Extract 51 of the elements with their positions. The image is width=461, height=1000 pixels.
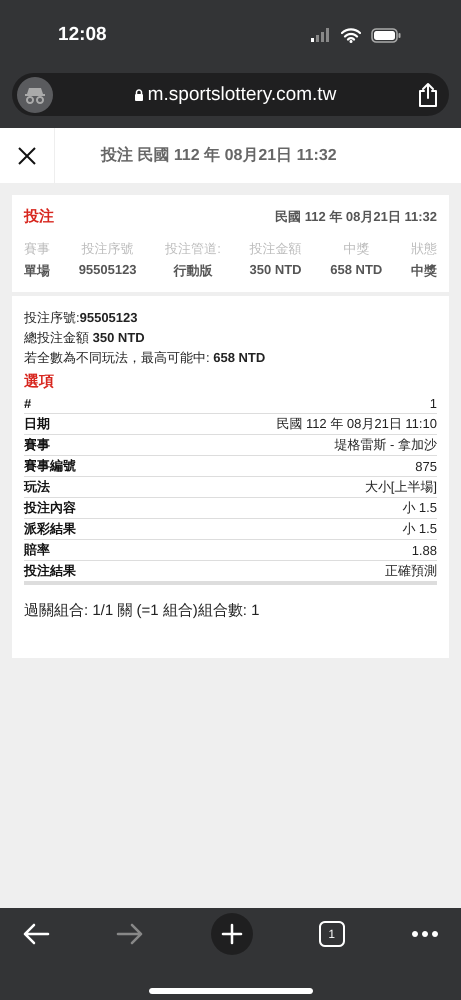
more-icon[interactable] [411, 930, 439, 938]
share-icon[interactable] [417, 82, 439, 108]
row-label: 日期 [24, 415, 50, 433]
wifi-icon [341, 28, 361, 42]
row-value: 大小[上半場] [364, 478, 437, 496]
battery-icon [371, 28, 401, 42]
row-value: 1 [430, 396, 437, 410]
signal-icon [311, 28, 331, 42]
bet-date: 民國 112 年 08月21日 11:32 [275, 208, 437, 226]
row-value: 正確預測 [385, 562, 437, 580]
plus-icon [220, 923, 242, 945]
section-title: 選項 [24, 373, 54, 390]
row-value: 小 1.5 [402, 520, 437, 538]
row-label: 玩法 [24, 478, 50, 496]
column-value: 行動版 [174, 262, 213, 280]
row-value: 小 1.5 [402, 499, 437, 517]
column-value: 單場 [24, 262, 50, 280]
row-label: 賽事編號 [24, 457, 76, 475]
column-value: 350 NTD [250, 262, 302, 277]
row-label: 投注內容 [24, 499, 76, 517]
detail-line: 若全數為不同玩法，最高可能中: 658 NTD [24, 349, 266, 367]
column-label: 狀態 [410, 240, 437, 258]
private-mode-icon[interactable] [17, 76, 53, 112]
column-value: 658 NTD [330, 262, 382, 277]
column-label: 中獎 [343, 240, 370, 258]
row-label: 派彩結果 [24, 520, 76, 538]
tabs-button[interactable]: 1 [318, 921, 345, 947]
back-icon[interactable] [22, 923, 50, 945]
lock-icon [134, 88, 144, 100]
column-label: 投注管道: [165, 240, 221, 258]
column-label: 投注序號 [82, 240, 134, 258]
column-value: 95505123 [78, 262, 137, 277]
row-value: 民國 112 年 08月21日 11:10 [276, 415, 437, 433]
page-title: 投注 民國 112 年 08月21日 11:32 [101, 145, 337, 166]
row-value: 堤格雷斯 - 拿加沙 [334, 436, 437, 454]
row-value: 875 [415, 458, 437, 474]
close-icon [17, 146, 37, 166]
detail-line: 投注序號:95505123 [24, 309, 138, 327]
row-label: 賽事 [24, 436, 50, 454]
combination-text: 過關組合: 1/1 關 (=1 組合)組合數: 1 [24, 601, 260, 620]
column-label: 投注金額 [250, 240, 302, 258]
column-label: 賽事 [24, 240, 50, 258]
row-label: # [24, 396, 32, 410]
row-label: 投注結果 [24, 562, 76, 580]
card-title: 投注 [24, 207, 54, 226]
status-time: 12:08 [58, 24, 107, 46]
row-value: 1.88 [412, 542, 437, 558]
new-tab-button[interactable] [210, 913, 252, 955]
column-value: 中獎 [410, 262, 437, 280]
detail-line: 總投注金額 350 NTD [24, 329, 146, 347]
row-label: 賠率 [24, 541, 50, 559]
